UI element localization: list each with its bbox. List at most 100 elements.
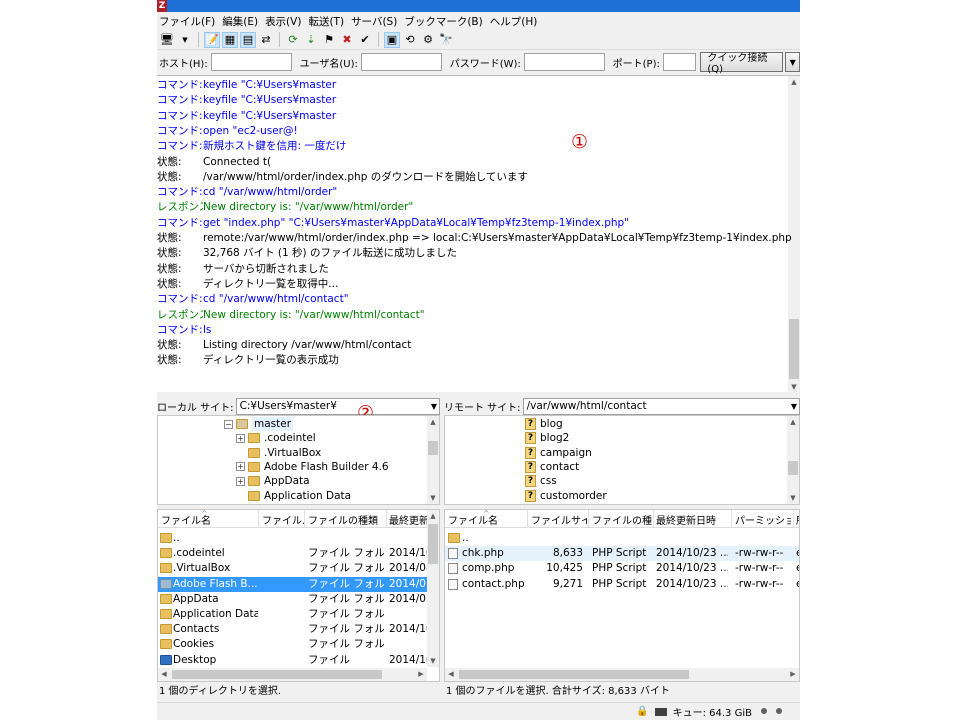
list-cell-perm: -rw-rw-r-- <box>735 547 784 560</box>
toggle-remote-tree-icon[interactable]: ▤ <box>240 31 256 48</box>
menu-bookmarks[interactable]: ブックマーク(B) <box>402 14 487 29</box>
menu-transfer[interactable]: 転送(T) <box>306 14 349 29</box>
log-line-message: keyfile "C:¥Users¥master <box>203 109 337 122</box>
local-tree-scrollbar[interactable]: ▲ ▼ <box>427 416 439 504</box>
list-cell-name: comp.php <box>462 562 515 575</box>
list-cell-name: .codeintel <box>173 547 225 560</box>
scrollbar-thumb[interactable] <box>459 670 689 679</box>
tree-node[interactable]: .VirtualBox <box>236 446 321 460</box>
scroll-up-icon[interactable]: ▲ <box>427 416 439 428</box>
local-list-scrollbar[interactable]: ▲ ▼ <box>427 510 439 667</box>
menu-bar: ファイル(F) 編集(E) 表示(V) 転送(T) サーバ(S) ブックマーク(… <box>157 12 800 30</box>
quickconnect-button[interactable]: クイック接続(Q) <box>700 52 784 75</box>
tree-node[interactable]: Application Data <box>236 489 351 503</box>
toggle-transfer-queue-icon[interactable]: ⇄ <box>258 32 274 48</box>
synchronized-browsing-icon[interactable]: ⟲ <box>402 32 418 48</box>
list-item[interactable]: .codeintel ファイル フォルダー 2014/10 <box>158 546 427 561</box>
scroll-up-icon[interactable]: ▲ <box>788 76 800 88</box>
directory-comparison-icon[interactable]: ⚙ <box>420 32 436 48</box>
cancel-operation-icon[interactable]: ⚑ <box>321 32 337 48</box>
column-header-owner[interactable]: 所 <box>796 512 799 527</box>
scrollbar-thumb[interactable] <box>788 461 798 475</box>
tree-node[interactable]: ? css <box>525 474 557 488</box>
disconnect-icon[interactable]: ✖ <box>339 32 355 48</box>
search-files-icon[interactable]: 🔭 <box>438 32 454 48</box>
column-header-permissions[interactable]: パーミッション <box>735 512 791 527</box>
scroll-down-icon[interactable]: ▼ <box>787 492 799 504</box>
scroll-right-icon[interactable]: ▶ <box>787 668 799 681</box>
tree-node[interactable]: + AppData <box>236 474 310 488</box>
refresh-icon[interactable]: ⟳ <box>285 32 301 48</box>
list-item[interactable]: Contacts ファイル フォルダー 2014/10 <box>158 622 427 637</box>
password-input[interactable] <box>523 53 605 71</box>
column-header-modified[interactable]: 最終更新 <box>389 512 429 527</box>
toggle-message-log-icon[interactable]: 📝 <box>204 31 220 48</box>
list-item[interactable]: Cookies ファイル フォルダー <box>158 637 427 652</box>
expand-icon[interactable]: + <box>236 476 245 486</box>
username-input[interactable] <box>360 53 442 71</box>
toggle-local-tree-icon[interactable]: ▦ <box>222 31 238 48</box>
menu-server[interactable]: サーバ(S) <box>349 14 402 29</box>
process-queue-icon[interactable]: ⇣ <box>303 32 319 48</box>
list-item[interactable]: Adobe Flash B... ファイル フォルダー 2014/07 <box>158 576 427 592</box>
menu-view[interactable]: 表示(V) <box>263 14 306 29</box>
host-input[interactable] <box>210 53 292 71</box>
tree-node[interactable]: ? blog2 <box>525 431 569 445</box>
port-input[interactable] <box>662 53 697 71</box>
expand-icon[interactable]: + <box>236 433 245 443</box>
scroll-down-icon[interactable]: ▼ <box>427 655 439 667</box>
collapse-icon[interactable]: − <box>224 419 233 429</box>
site-manager-icon[interactable]: 🖥 <box>159 32 175 48</box>
reconnect-icon[interactable]: ✔ <box>357 32 373 48</box>
list-item[interactable]: Desktop ファイル 2014/10 <box>158 653 427 668</box>
scroll-right-icon[interactable]: ▶ <box>415 668 427 681</box>
menu-file[interactable]: ファイル(F) <box>157 14 220 29</box>
tree-node[interactable]: ? contact <box>525 460 579 474</box>
column-header-filetype[interactable]: ファイルの種類 <box>592 512 652 527</box>
scrollbar-thumb[interactable] <box>789 319 799 379</box>
column-header-filename[interactable]: ファイル名 <box>161 512 256 527</box>
expand-icon[interactable]: + <box>236 462 245 472</box>
tree-node[interactable]: − master <box>224 417 294 431</box>
list-item[interactable]: .. <box>445 531 799 546</box>
local-list-hscrollbar[interactable]: ◀ ▶ <box>158 668 427 681</box>
quickconnect-dropdown-icon[interactable]: ▼ <box>785 52 800 72</box>
scroll-up-icon[interactable]: ▲ <box>427 510 439 522</box>
menu-edit[interactable]: 編集(E) <box>220 14 263 29</box>
tree-node[interactable]: + Adobe Flash Builder 4.6 <box>236 460 389 474</box>
tree-node[interactable]: ? customorder <box>525 489 607 503</box>
list-item[interactable]: .VirtualBox ファイル フォルダー 2014/08 <box>158 561 427 576</box>
scroll-down-icon[interactable]: ▼ <box>788 381 800 392</box>
column-header-filesize[interactable]: ファイル... <box>262 512 304 527</box>
list-item[interactable]: AppData ファイル フォルダー 2014/07 <box>158 592 427 607</box>
log-line-label: コマンド: <box>157 140 203 153</box>
scroll-down-icon[interactable]: ▼ <box>427 492 439 504</box>
list-item[interactable]: chk.php 8,633 PHP Script 2014/10/23 ... -rw-… <box>445 546 799 562</box>
scroll-up-icon[interactable]: ▲ <box>787 416 799 428</box>
scrollbar-thumb[interactable] <box>428 441 438 455</box>
scroll-left-icon[interactable]: ◀ <box>158 668 170 681</box>
remote-path-combo[interactable]: /var/www/html/contact ▼ <box>522 398 800 415</box>
scrollbar-thumb[interactable] <box>172 670 382 679</box>
site-manager-dropdown-icon[interactable]: ▼ <box>177 32 193 48</box>
list-item[interactable]: .. <box>158 531 427 546</box>
remote-list-hscrollbar[interactable]: ◀ ▶ <box>445 668 799 681</box>
local-path-combo[interactable]: C:¥Users¥master¥ ▼ <box>235 398 440 415</box>
scroll-left-icon[interactable]: ◀ <box>445 668 457 681</box>
tree-node[interactable]: + .codeintel <box>236 431 316 445</box>
column-header-modified[interactable]: 最終更新日時 <box>656 512 726 527</box>
list-item[interactable]: Application Data ファイル フォルダー <box>158 607 427 622</box>
tree-node[interactable]: ? campaign <box>525 446 592 460</box>
chevron-down-icon[interactable]: ▼ <box>791 399 797 414</box>
list-item[interactable]: comp.php 10,425 PHP Script 2014/10/23 ... -r… <box>445 561 799 576</box>
menu-help[interactable]: ヘルプ(H) <box>488 14 543 29</box>
list-cell-name: .. <box>462 532 469 544</box>
list-item[interactable]: contact.php 9,271 PHP Script 2014/10/23 ...… <box>445 577 799 592</box>
column-header-filesize[interactable]: ファイルサイズ <box>531 512 587 527</box>
remote-tree-scrollbar[interactable]: ▲ ▼ <box>787 416 799 504</box>
scrollbar-thumb[interactable] <box>428 524 438 564</box>
chevron-down-icon[interactable]: ▼ <box>431 399 437 414</box>
directory-listing-filter-icon[interactable]: ▣ <box>384 31 400 48</box>
column-header-filetype[interactable]: ファイルの種類 <box>308 512 384 527</box>
tree-node[interactable]: ? blog <box>525 417 563 431</box>
